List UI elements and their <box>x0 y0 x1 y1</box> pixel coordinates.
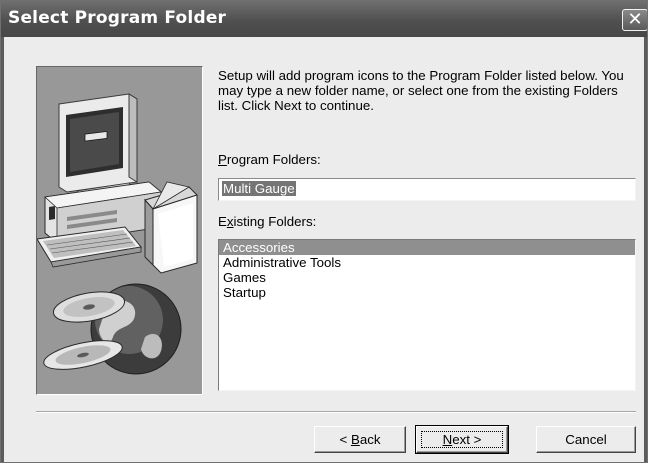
setup-illustration <box>36 93 198 375</box>
back-button-label: < Back <box>339 427 380 452</box>
title-bar[interactable]: Select Program Folder ✕ <box>1 1 647 37</box>
program-folders-label-text: rogram Folders: <box>226 152 321 167</box>
setup-banner-image <box>36 66 203 395</box>
back-button-prefix: < <box>339 432 351 447</box>
next-button-label: Next > <box>443 427 482 452</box>
folder-item-games[interactable]: Games <box>219 270 635 285</box>
program-folders-label: Program Folders: <box>218 152 321 167</box>
program-folders-mnemonic: P <box>218 152 227 167</box>
back-button-mnemonic: B <box>350 432 360 447</box>
folder-item-administrative-tools[interactable]: Administrative Tools <box>219 255 635 270</box>
button-separator <box>36 411 636 413</box>
cancel-button[interactable]: Cancel <box>536 426 636 453</box>
window-frame-right <box>644 37 647 462</box>
existing-folders-label: Existing Folders: <box>218 214 316 229</box>
window-frame-left <box>1 37 4 462</box>
back-button-text: ack <box>359 432 381 447</box>
close-icon: ✕ <box>627 9 643 30</box>
setup-dialog: Select Program Folder ✕ Setup will add p… <box>0 0 648 463</box>
existing-folders-label-pre: E <box>218 214 227 229</box>
next-button-mnemonic: N <box>442 432 453 447</box>
existing-folders-mnemonic: x <box>226 214 234 229</box>
instructions-text: Setup will add program icons to the Prog… <box>218 68 624 113</box>
folder-item-startup[interactable]: Startup <box>219 285 635 300</box>
folder-item-accessories[interactable]: Accessories <box>219 240 635 255</box>
program-folder-value: Multi Gauge <box>222 181 296 196</box>
existing-folders-label-text: isting Folders: <box>233 214 317 229</box>
back-button[interactable]: < Back <box>314 426 406 453</box>
window-title: Select Program Folder <box>8 8 227 28</box>
close-button[interactable]: ✕ <box>622 9 647 31</box>
existing-folders-list[interactable]: Accessories Administrative Tools Games S… <box>218 239 636 391</box>
cancel-button-label: Cancel <box>565 432 607 447</box>
program-folder-input[interactable]: Multi Gauge <box>218 178 636 201</box>
computer-icon <box>36 93 162 268</box>
next-button-text: ext > <box>452 432 482 447</box>
next-button[interactable]: Next > <box>415 425 509 454</box>
